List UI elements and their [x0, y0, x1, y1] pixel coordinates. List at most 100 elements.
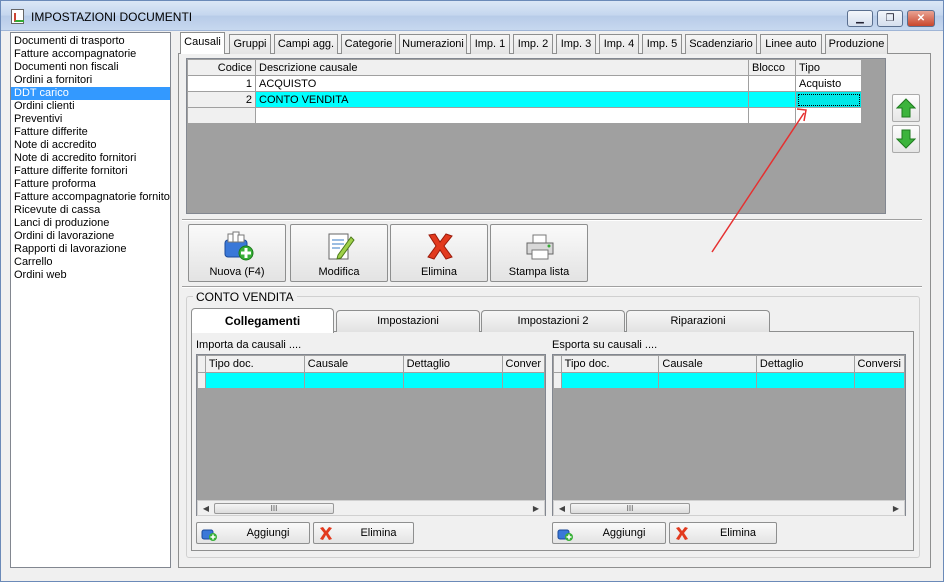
list-item[interactable]: Ordini di lavorazione	[11, 230, 170, 243]
tab-collegamenti[interactable]: Collegamenti	[191, 308, 334, 333]
column-header-codice[interactable]: Codice	[187, 59, 256, 76]
column-header-causale[interactable]: Causale	[658, 355, 757, 373]
list-item[interactable]: Lanci di produzione	[11, 217, 170, 230]
minimize-button[interactable]: ▁	[847, 10, 873, 27]
list-item[interactable]: Ordini a fornitori	[11, 74, 170, 87]
export-add-label: Aggiungi	[602, 527, 646, 539]
list-item[interactable]: Ordini clienti	[11, 100, 170, 113]
tab-riparazioni[interactable]: Riparazioni	[626, 310, 770, 332]
move-down-button[interactable]	[892, 125, 920, 153]
list-item[interactable]: Note di accredito fornitori	[11, 152, 170, 165]
list-item[interactable]: Rapporti di lavorazione	[11, 243, 170, 256]
export-horizontal-scrollbar[interactable]: ◀ III ▶	[553, 500, 905, 516]
list-item[interactable]: Fatture accompagnatorie fornitori	[11, 191, 170, 204]
tab-causali[interactable]: Causali	[180, 32, 225, 54]
cell[interactable]	[755, 372, 855, 389]
scroll-left-icon[interactable]: ◀	[200, 503, 212, 514]
list-item[interactable]: Fatture accompagnatorie	[11, 48, 170, 61]
cell[interactable]	[658, 372, 757, 389]
export-delete-button[interactable]: Elimina	[669, 522, 777, 544]
list-item[interactable]: Note di accredito	[11, 139, 170, 152]
list-item[interactable]: Carrello	[11, 256, 170, 269]
export-grid[interactable]: Tipo doc. Causale Dettaglio Conversi	[552, 354, 906, 516]
list-item-selected[interactable]: DDT carico	[11, 87, 170, 100]
cell[interactable]	[204, 372, 305, 389]
scroll-thumb[interactable]: III	[214, 503, 334, 514]
column-header-tipo-doc[interactable]: Tipo doc.	[204, 355, 305, 373]
cell-descrizione[interactable]	[255, 107, 749, 124]
tab-campi-agg[interactable]: Campi agg.	[274, 34, 338, 54]
column-header-descrizione[interactable]: Descrizione causale	[255, 59, 749, 76]
cell-blocco[interactable]	[748, 107, 796, 124]
edit-button[interactable]: Modifica	[290, 224, 388, 282]
column-header-blocco[interactable]: Blocco	[748, 59, 796, 76]
table-row-selected[interactable]: 2 CONTO VENDITA	[187, 91, 862, 108]
tab-scadenziario[interactable]: Scadenziario	[685, 34, 757, 54]
tab-numerazioni[interactable]: Numerazioni	[399, 34, 467, 54]
cell-descrizione[interactable]: CONTO VENDITA	[255, 91, 749, 108]
causali-grid[interactable]: Codice Descrizione causale Blocco Tipo 1…	[186, 58, 886, 214]
document-type-list[interactable]: Documenti di trasporto Fatture accompagn…	[10, 32, 171, 568]
table-row-selected[interactable]	[197, 372, 545, 389]
move-up-button[interactable]	[892, 94, 920, 122]
cell-tipo-focused[interactable]	[795, 91, 862, 108]
scroll-thumb[interactable]: III	[570, 503, 690, 514]
close-button[interactable]: ✕	[907, 10, 935, 27]
cell-blocco[interactable]	[748, 91, 796, 108]
maximize-button[interactable]: ❐	[877, 10, 903, 27]
scroll-left-icon[interactable]: ◀	[556, 503, 568, 514]
tab-gruppi[interactable]: Gruppi	[229, 34, 271, 54]
list-item[interactable]: Fatture differite	[11, 126, 170, 139]
cell-tipo[interactable]	[795, 107, 862, 124]
tab-imp-3[interactable]: Imp. 3	[556, 34, 596, 54]
list-item[interactable]: Documenti di trasporto	[11, 35, 170, 48]
list-item[interactable]: Fatture differite fornitori	[11, 165, 170, 178]
tab-imp-5[interactable]: Imp. 5	[642, 34, 682, 54]
list-item[interactable]: Ricevute di cassa	[11, 204, 170, 217]
cell[interactable]	[303, 372, 404, 389]
tab-impostazioni[interactable]: Impostazioni	[336, 310, 480, 332]
cell[interactable]	[402, 372, 503, 389]
table-row-selected[interactable]	[553, 372, 905, 389]
import-delete-button[interactable]: Elimina	[313, 522, 414, 544]
new-button[interactable]: Nuova (F4)	[188, 224, 286, 282]
scroll-right-icon[interactable]: ▶	[890, 503, 902, 514]
export-add-button[interactable]: Aggiungi	[552, 522, 666, 544]
cell-codice[interactable]	[187, 107, 256, 124]
cell-descrizione[interactable]: ACQUISTO	[255, 75, 749, 92]
table-row-new[interactable]	[187, 107, 862, 124]
scroll-right-icon[interactable]: ▶	[530, 503, 542, 514]
tab-produzione[interactable]: Produzione	[825, 34, 888, 54]
cell[interactable]	[501, 372, 545, 389]
cell[interactable]	[560, 372, 660, 389]
delete-button[interactable]: Elimina	[390, 224, 488, 282]
tab-imp-2[interactable]: Imp. 2	[513, 34, 553, 54]
column-header-conversione[interactable]: Conversi	[853, 355, 905, 373]
tab-impostazioni-2[interactable]: Impostazioni 2	[481, 310, 625, 332]
list-item[interactable]: Documenti non fiscali	[11, 61, 170, 74]
column-header-conversione[interactable]: Conver	[501, 355, 545, 373]
cell[interactable]	[853, 372, 905, 389]
cell-tipo[interactable]: Acquisto	[795, 75, 862, 92]
tab-imp-1[interactable]: Imp. 1	[470, 34, 510, 54]
title-bar[interactable]: IMPOSTAZIONI DOCUMENTI ▁ ❐ ✕	[1, 1, 943, 31]
import-add-button[interactable]: Aggiungi	[196, 522, 310, 544]
tab-linee-auto[interactable]: Linee auto	[760, 34, 822, 54]
cell-codice[interactable]: 1	[187, 75, 256, 92]
list-item[interactable]: Preventivi	[11, 113, 170, 126]
table-row[interactable]: 1 ACQUISTO Acquisto	[187, 75, 862, 92]
column-header-dettaglio[interactable]: Dettaglio	[755, 355, 855, 373]
import-grid[interactable]: Tipo doc. Causale Dettaglio Conver	[196, 354, 546, 516]
print-list-button[interactable]: Stampa lista	[490, 224, 588, 282]
cell-blocco[interactable]	[748, 75, 796, 92]
column-header-tipo[interactable]: Tipo	[795, 59, 862, 76]
list-item[interactable]: Ordini web	[11, 269, 170, 282]
tab-imp-4[interactable]: Imp. 4	[599, 34, 639, 54]
column-header-causale[interactable]: Causale	[303, 355, 404, 373]
column-header-tipo-doc[interactable]: Tipo doc.	[560, 355, 660, 373]
tab-categorie[interactable]: Categorie	[341, 34, 396, 54]
cell-codice[interactable]: 2	[187, 91, 256, 108]
list-item[interactable]: Fatture proforma	[11, 178, 170, 191]
column-header-dettaglio[interactable]: Dettaglio	[402, 355, 503, 373]
import-horizontal-scrollbar[interactable]: ◀ III ▶	[197, 500, 545, 516]
